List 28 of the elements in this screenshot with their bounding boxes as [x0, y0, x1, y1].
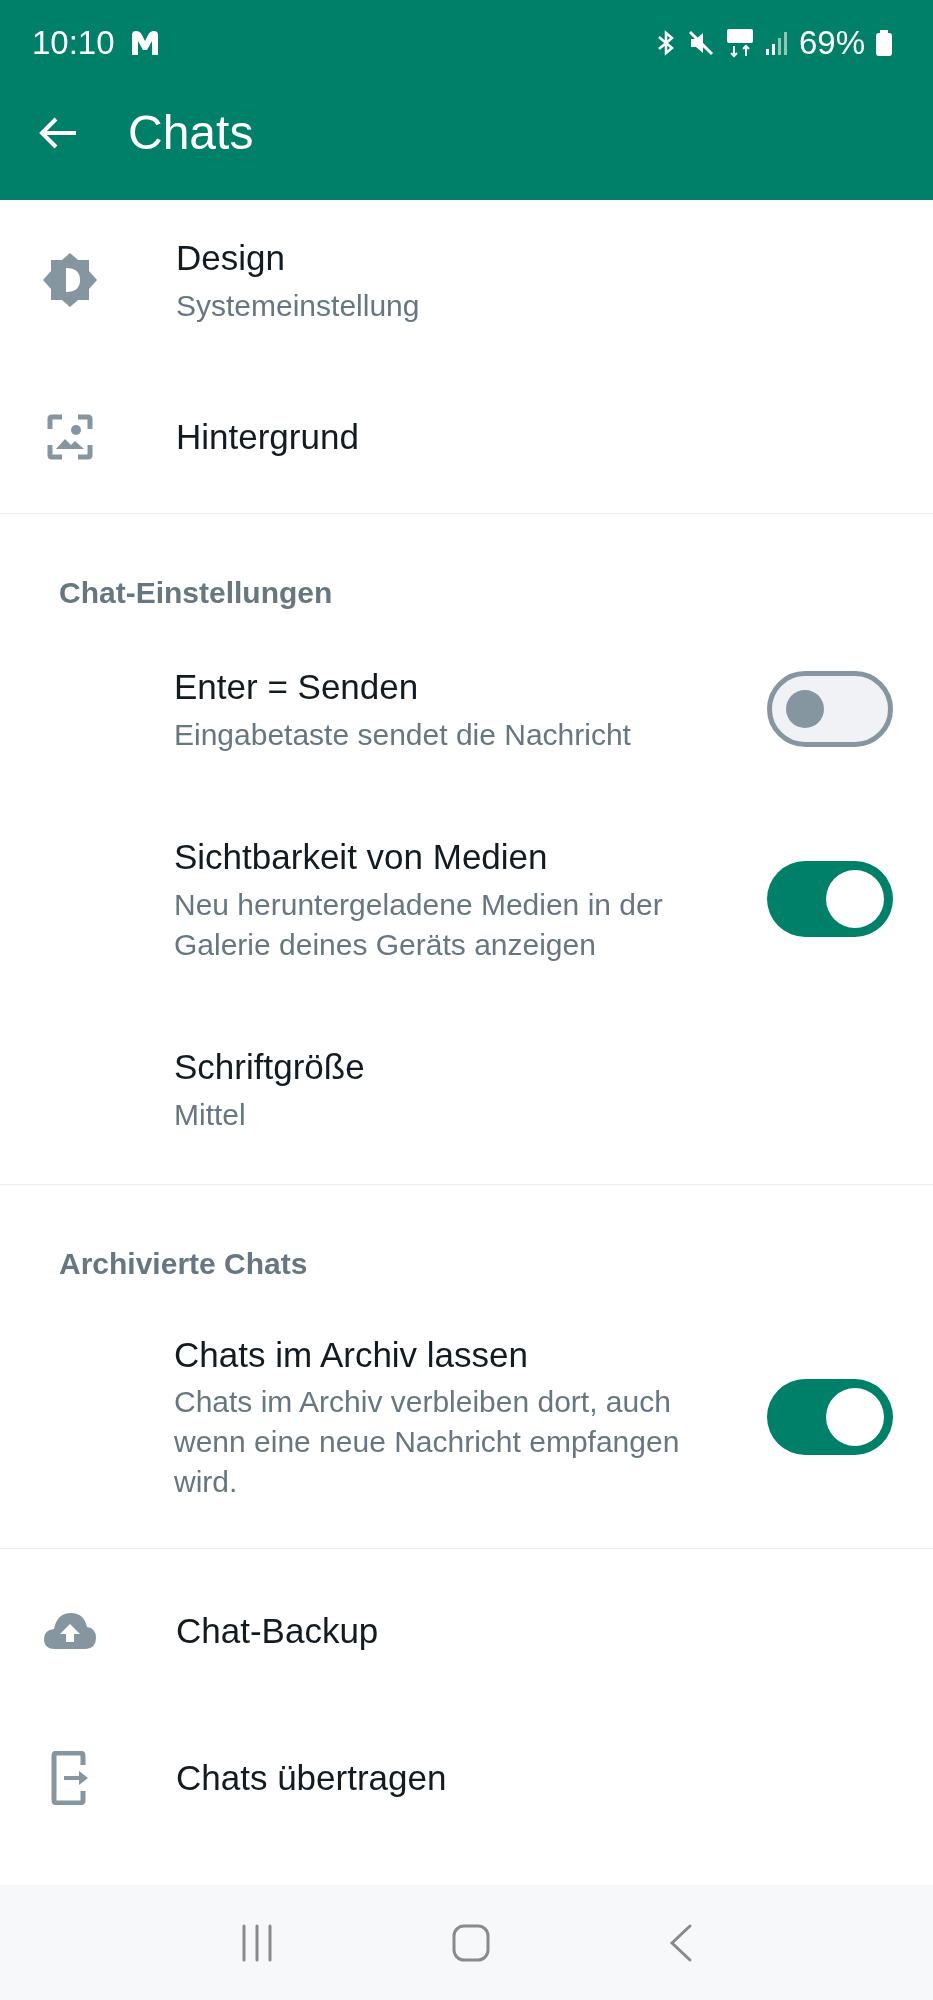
- battery-percentage: 69%: [798, 23, 865, 62]
- export-icon: [51, 1751, 89, 1805]
- setting-title[interactable]: Chats übertragen: [176, 1754, 893, 1802]
- setting-title[interactable]: Schriftgröße: [174, 1043, 893, 1091]
- setting-description: Mittel: [174, 1096, 247, 1133]
- setting-title[interactable]: Design: [176, 234, 893, 282]
- cloud-upload-icon: [43, 1611, 97, 1651]
- mute-icon: [686, 28, 715, 57]
- battery-icon: [875, 28, 893, 57]
- setting-title[interactable]: Chat-Backup: [176, 1607, 893, 1655]
- home-icon[interactable]: [451, 1922, 492, 1963]
- setting-description: Eingabetaste sendet die Nachricht: [174, 716, 632, 753]
- section-header: Chat-Einstellungen: [58, 575, 334, 611]
- setting-description: Neu heruntergeladene Medien in der Galerie deines Geräts anzeigen: [174, 886, 664, 963]
- network-icon: [724, 27, 755, 58]
- signal-icon: [764, 29, 789, 56]
- back-arrow-icon[interactable]: [38, 115, 78, 150]
- setting-title[interactable]: Enter = Senden: [174, 663, 767, 711]
- setting-description: Chats im Archiv verbleiben dort, auch wenn eine neue Nachricht empfangen wird.: [174, 1384, 681, 1501]
- setting-title[interactable]: Sichtbarkeit von Medien: [174, 833, 767, 881]
- setting-title[interactable]: Chats im Archiv lassen: [174, 1330, 767, 1379]
- screen-title: Chats: [128, 105, 254, 160]
- status-time: 10:10: [32, 23, 115, 62]
- wallpaper-icon: [46, 412, 94, 461]
- setting-description: Systemeinstellung: [176, 287, 421, 324]
- setting-title[interactable]: Hintergrund: [176, 412, 893, 461]
- brightness-icon: [42, 252, 98, 308]
- section-header: Archivierte Chats: [58, 1246, 309, 1282]
